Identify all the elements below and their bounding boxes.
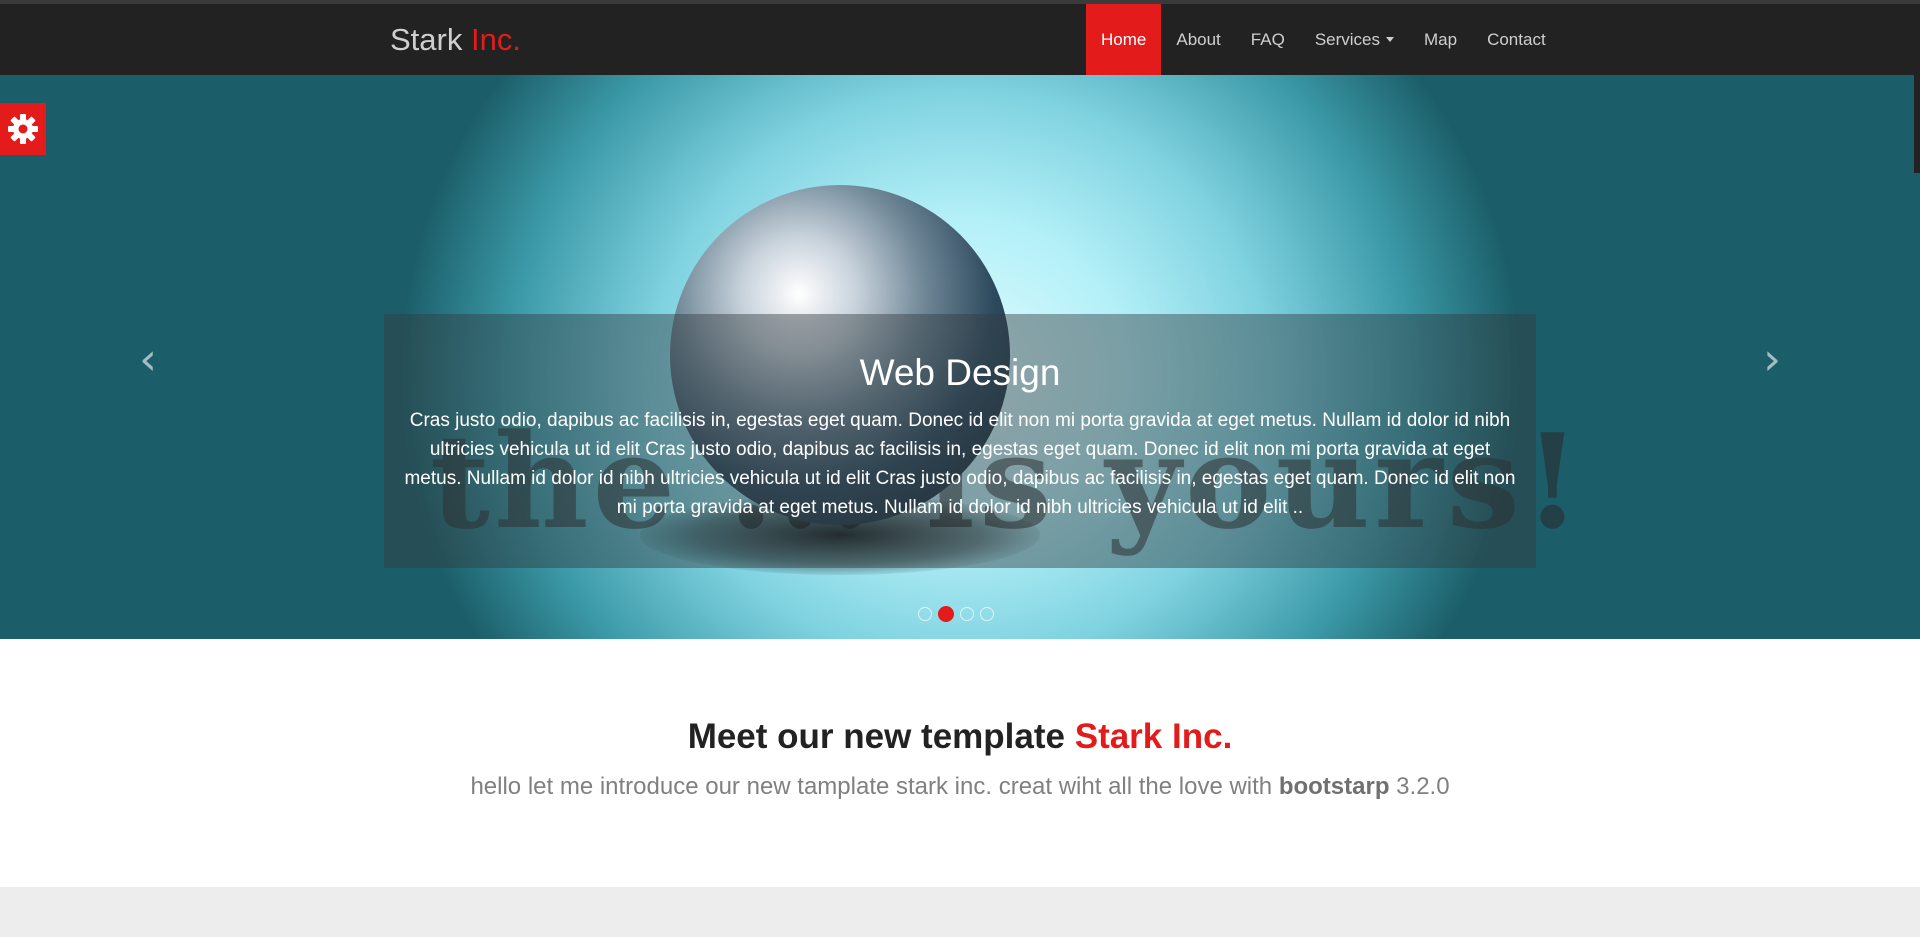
- carousel-indicator[interactable]: [918, 607, 932, 621]
- intro-section: Meet our new template Stark Inc. hello l…: [0, 639, 1920, 887]
- nav-item-about[interactable]: About: [1161, 4, 1235, 75]
- settings-button[interactable]: [0, 103, 46, 155]
- nav-item-home[interactable]: Home: [1086, 4, 1162, 75]
- page-scrollbar[interactable]: [1914, 75, 1920, 173]
- carousel-prev-icon[interactable]: ‹: [128, 335, 168, 385]
- carousel-indicator[interactable]: [960, 607, 974, 621]
- carousel-next-icon[interactable]: ›: [1752, 335, 1792, 385]
- hero-carousel: the ... is yours! Web Design Cras justo …: [0, 75, 1920, 639]
- carousel-indicator-active[interactable]: [938, 606, 954, 622]
- nav-item-services[interactable]: Services: [1300, 4, 1409, 75]
- brand-logo[interactable]: Stark Inc.: [390, 22, 521, 58]
- nav-item-map[interactable]: Map: [1409, 4, 1472, 75]
- chevron-down-icon: [1386, 37, 1394, 42]
- carousel-indicator[interactable]: [980, 607, 994, 621]
- intro-subtitle: hello let me introduce our new tamplate …: [470, 773, 1450, 800]
- brand-name: Stark: [390, 22, 463, 57]
- carousel-caption: Web Design Cras justo odio, dapibus ac f…: [384, 314, 1536, 568]
- gear-icon: [8, 114, 38, 144]
- caption-text: Cras justo odio, dapibus ac facilisis in…: [404, 410, 1516, 518]
- navbar: Stark Inc. Home About FAQ Services Map C…: [0, 0, 1920, 75]
- carousel-indicators: [918, 606, 994, 622]
- nav-item-contact[interactable]: Contact: [1472, 4, 1561, 75]
- main-nav: Home About FAQ Services Map Contact: [1086, 4, 1561, 75]
- brand-accent: Inc.: [470, 22, 521, 57]
- caption-title: Web Design: [859, 352, 1061, 393]
- nav-item-faq[interactable]: FAQ: [1236, 4, 1300, 75]
- intro-title: Meet our new template Stark Inc.: [687, 717, 1233, 756]
